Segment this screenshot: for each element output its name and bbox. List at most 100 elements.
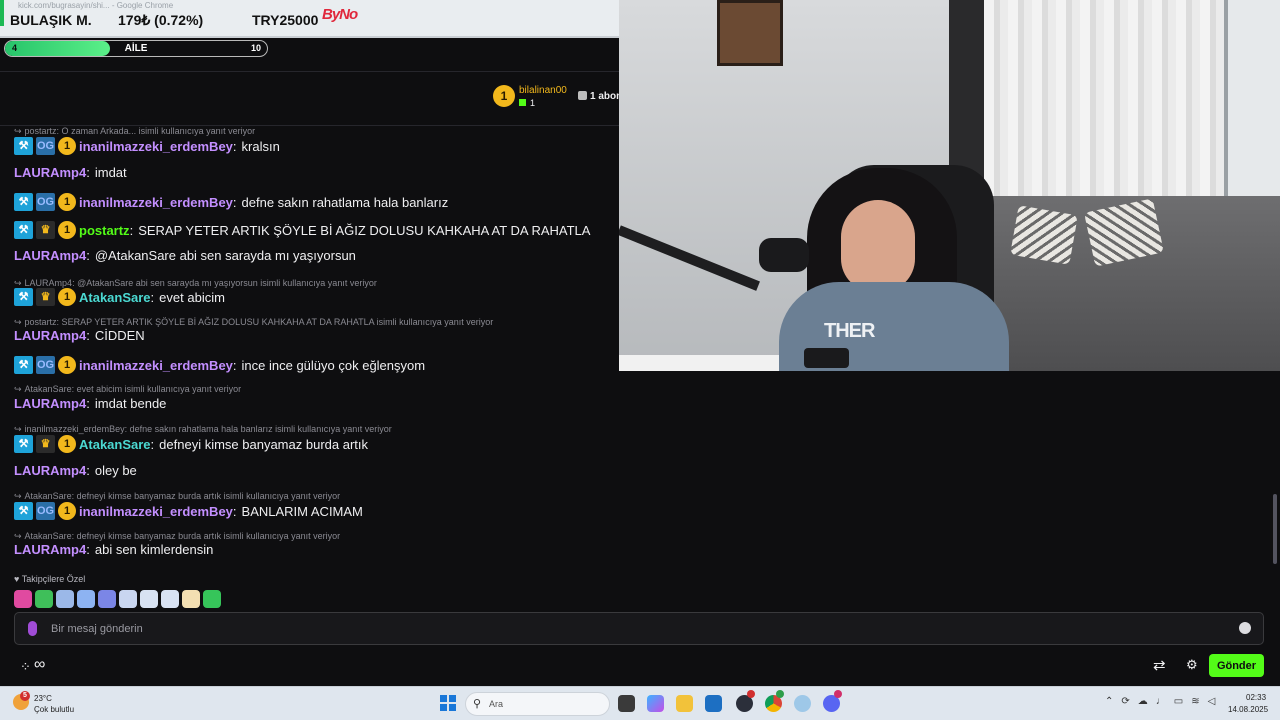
chat-message[interactable]: LAURAmp4: oley be — [14, 463, 137, 478]
emote-icon[interactable] — [77, 590, 95, 608]
weather-temp[interactable]: 23°C — [34, 694, 52, 703]
emote-icon[interactable] — [14, 590, 32, 608]
chat-input[interactable] — [51, 619, 1211, 639]
chat-username[interactable]: AtakanSare — [79, 290, 151, 305]
chat-username[interactable]: inanilmazzeki_erdemBey — [79, 195, 233, 210]
emote-icon[interactable] — [140, 590, 158, 608]
emote-icon[interactable] — [203, 590, 221, 608]
clock-time[interactable]: 02:33 — [1246, 693, 1266, 702]
emote-icon[interactable] — [35, 590, 53, 608]
emote-icon[interactable] — [119, 590, 137, 608]
moderator-badge-icon[interactable]: ⚒ — [14, 435, 33, 453]
chat-message-text: defne sakın rahatlama hala banlarız — [241, 194, 449, 210]
gear-icon[interactable]: ⚙ — [1186, 657, 1198, 673]
moderator-badge-icon[interactable]: ⚒ — [14, 502, 33, 520]
folder-icon[interactable] — [676, 695, 693, 712]
chat-username[interactable]: AtakanSare — [79, 437, 151, 452]
og-badge-icon[interactable]: OG — [36, 193, 55, 211]
chat-username[interactable]: postartz — [79, 223, 130, 238]
crown-badge-icon[interactable]: ♛ — [36, 435, 55, 453]
moderator-badge-icon[interactable]: ⚒ — [14, 221, 33, 239]
chat-message[interactable]: LAURAmp4: @AtakanSare abi sen sarayda mı … — [14, 248, 356, 263]
sub-badge-icon[interactable]: 1 — [58, 502, 76, 520]
chat-username[interactable]: inanilmazzeki_erdemBey — [79, 504, 233, 519]
microphone-icon[interactable] — [28, 621, 37, 636]
chat-username[interactable]: inanilmazzeki_erdemBey — [79, 358, 233, 373]
display-icon[interactable]: ▭ — [1174, 696, 1183, 707]
taskbar-search[interactable]: ⚲ Ara — [465, 692, 610, 716]
og-badge-icon[interactable]: OG — [36, 137, 55, 155]
moderator-badge-icon[interactable]: ⚒ — [14, 356, 33, 374]
chat-message[interactable]: LAURAmp4: imdat — [14, 165, 127, 180]
chat-feed[interactable]: ↪ postartz: O zaman Arkada... isimli kull… — [0, 126, 1280, 596]
mic-tray-icon[interactable]: ♩ — [1156, 696, 1166, 707]
chat-message[interactable]: ⚒ OG 1 inanilmazzeki_erdemBey: kralsın — [14, 137, 280, 155]
chat-message[interactable]: ⚒ ♛ 1 AtakanSare: evet abicim — [14, 288, 225, 306]
chat-message[interactable]: LAURAmp4: imdat bende — [14, 396, 166, 411]
chat-username[interactable]: LAURAmp4 — [14, 463, 86, 478]
og-badge-icon[interactable]: OG — [36, 356, 55, 374]
chat-scrollbar[interactable] — [1273, 494, 1277, 564]
chat-message-text: @AtakanSare abi sen sarayda mı yaşıyorsu… — [94, 248, 356, 263]
chat-username[interactable]: LAURAmp4 — [14, 542, 86, 557]
settings-app-icon[interactable] — [794, 695, 811, 712]
moderator-badge-icon[interactable]: ⚒ — [14, 137, 33, 155]
start-icon[interactable] — [440, 695, 456, 711]
chat-message[interactable]: LAURAmp4: abi sen kimlerdensin — [14, 542, 213, 557]
swap-icon[interactable]: ⇄ — [1153, 656, 1166, 674]
og-badge-icon[interactable]: OG — [36, 502, 55, 520]
sub-badge-icon[interactable]: 1 — [58, 193, 76, 211]
wifi-icon[interactable]: ≋ — [1191, 696, 1199, 707]
sync-icon[interactable]: ⟳ — [1121, 696, 1129, 707]
chat-input-box[interactable] — [14, 612, 1264, 645]
store-icon[interactable] — [705, 695, 722, 712]
emote-icon[interactable] — [182, 590, 200, 608]
chat-message[interactable]: ⚒ OG 1 inanilmazzeki_erdemBey: ince ince gül… — [14, 356, 425, 374]
chat-username[interactable]: LAURAmp4 — [14, 396, 86, 411]
goal-target: 10 — [250, 43, 261, 53]
taskview-icon[interactable] — [618, 695, 635, 712]
dots-icon[interactable]: ⁘ — [20, 659, 31, 675]
chat-message[interactable]: ⚒ OG 1 inanilmazzeki_erdemBey: defne sakın r… — [14, 193, 448, 211]
clock-date[interactable]: 14.08.2025 — [1228, 705, 1268, 714]
emoji-icon[interactable] — [1239, 622, 1251, 634]
send-button[interactable]: Gönder — [1209, 654, 1264, 677]
chat-username[interactable]: LAURAmp4 — [14, 328, 86, 343]
chat-message[interactable]: ⚒ ♛ 1 postartz: SERAP YETER ARTIK ŞÖYLE Bİ A… — [14, 221, 590, 239]
sub-badge-icon[interactable]: 1 — [58, 435, 76, 453]
sub-badge-icon[interactable]: 1 — [58, 221, 76, 239]
crown-badge-icon[interactable]: ♛ — [36, 288, 55, 306]
ticker-item: TRY25000 — [252, 12, 319, 28]
emote-icon[interactable] — [161, 590, 179, 608]
copilot-icon[interactable] — [647, 695, 664, 712]
weather-condition[interactable]: Çok bulutlu — [34, 705, 74, 714]
volume-icon[interactable]: ◁ — [1208, 696, 1216, 707]
emote-icon[interactable] — [56, 590, 74, 608]
gift-icon — [519, 99, 526, 106]
chat-username[interactable]: LAURAmp4 — [14, 165, 86, 180]
moderator-badge-icon[interactable]: ⚒ — [14, 288, 33, 306]
chat-username[interactable]: inanilmazzeki_erdemBey — [79, 139, 233, 154]
cloud-icon[interactable]: ☁ — [1138, 696, 1148, 707]
search-placeholder: Ara — [489, 699, 504, 709]
weather-badge: 5 — [20, 691, 30, 701]
chat-message[interactable]: ⚒ OG 1 inanilmazzeki_erdemBey: BANLARIM ACIM… — [14, 502, 363, 520]
wall-painting — [717, 0, 783, 66]
moderator-badge-icon[interactable]: ⚒ — [14, 193, 33, 211]
infinity-icon[interactable]: ∞ — [34, 656, 45, 674]
crown-badge-icon[interactable]: ♛ — [36, 221, 55, 239]
sub-badge-icon[interactable]: 1 — [58, 288, 76, 306]
ticker-accent — [0, 0, 4, 26]
screen: kick.com/bugrasayin/shi... - Google Chro… — [0, 0, 1280, 720]
chat-message-text: imdat — [94, 165, 127, 180]
sub-badge-icon[interactable]: 1 — [58, 356, 76, 374]
sub-badge-icon[interactable]: 1 — [58, 137, 76, 155]
chat-message-text: abi sen kimlerdensin — [94, 542, 214, 557]
goal-label: AİLE — [124, 43, 148, 54]
chevron-up-icon[interactable]: ⌃ — [1105, 696, 1113, 707]
emote-icon[interactable] — [98, 590, 116, 608]
chat-username[interactable]: LAURAmp4 — [14, 248, 86, 263]
gifter-name[interactable]: bilalinan00 — [519, 85, 567, 96]
chat-message[interactable]: ⚒ ♛ 1 AtakanSare: defneyi kimse banyamaz bur… — [14, 435, 368, 453]
chat-message[interactable]: LAURAmp4: CİDDEN — [14, 328, 145, 343]
